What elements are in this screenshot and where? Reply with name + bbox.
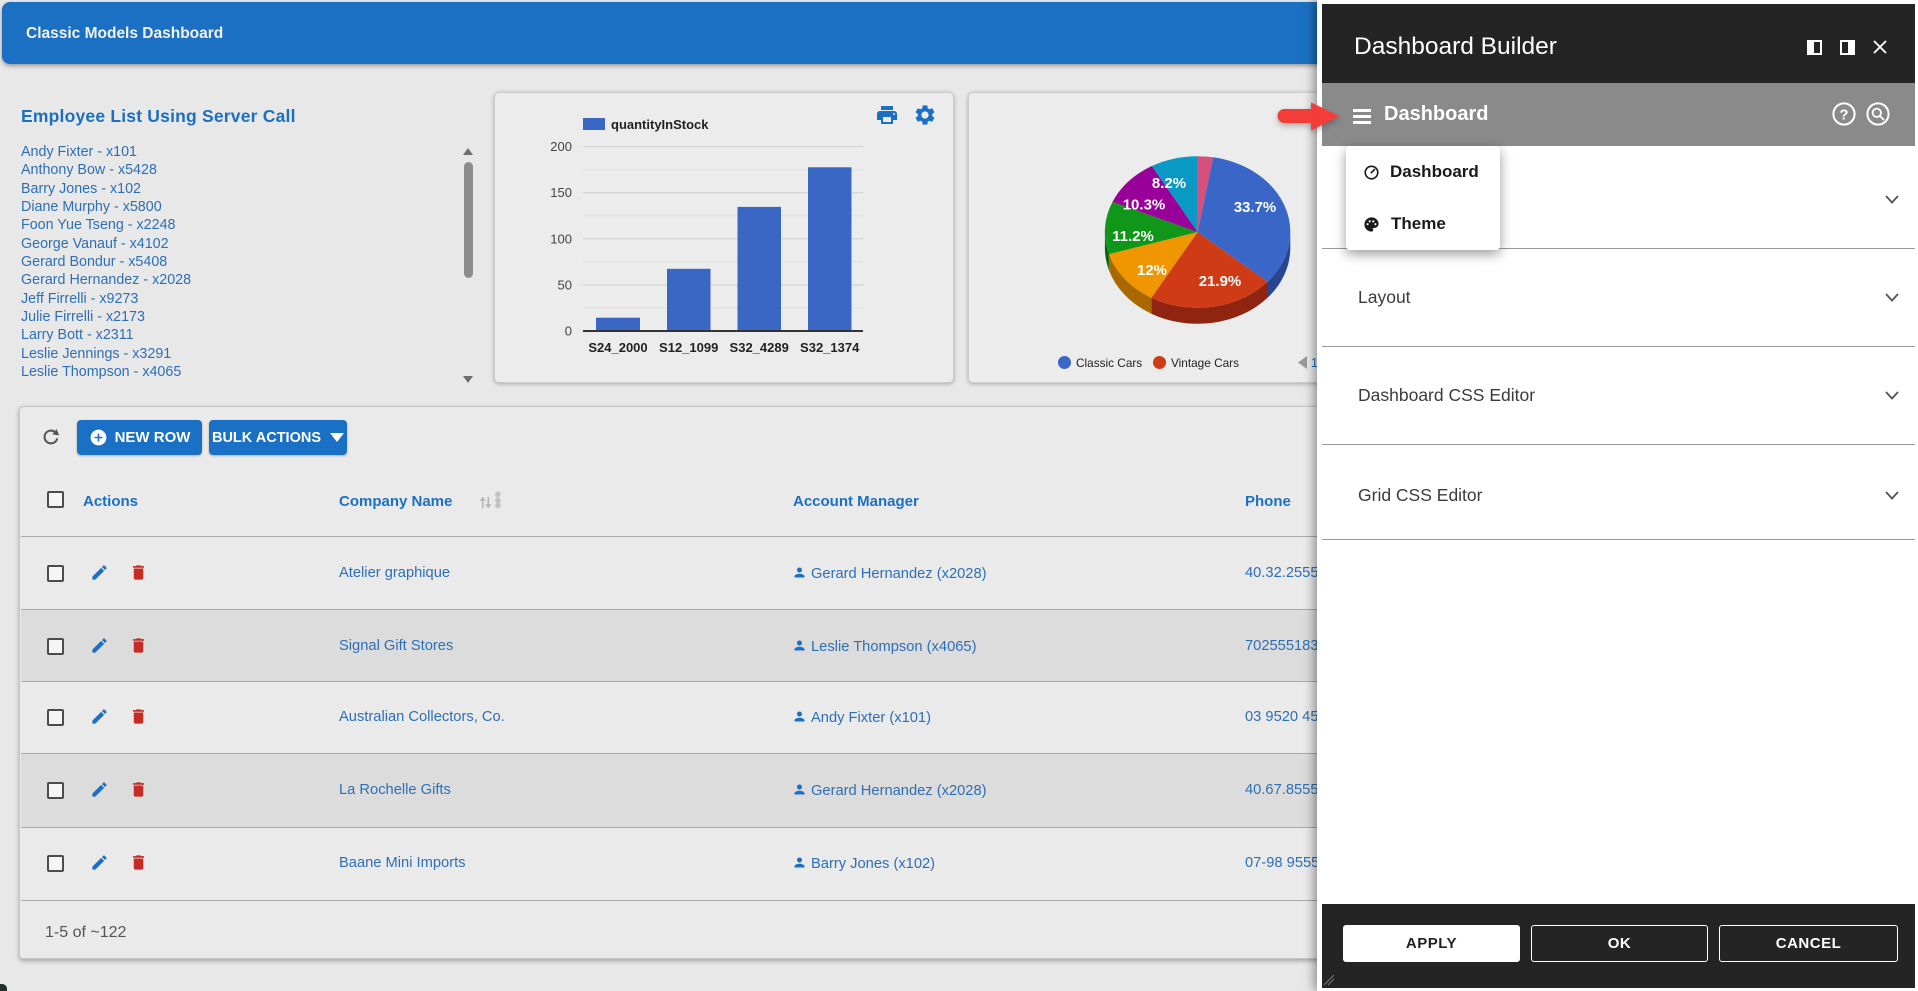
svg-text:S12_1099: S12_1099 xyxy=(659,340,718,355)
svg-text:50: 50 xyxy=(558,277,572,292)
svg-text:?: ? xyxy=(1839,107,1848,124)
svg-text:150: 150 xyxy=(550,185,572,200)
svg-text:S32_4289: S32_4289 xyxy=(730,340,789,355)
svg-text:12%: 12% xyxy=(1137,262,1167,279)
svg-text:100: 100 xyxy=(550,231,572,246)
svg-text:21.9%: 21.9% xyxy=(1199,273,1242,290)
svg-text:quantityInStock: quantityInStock xyxy=(611,117,709,132)
svg-text:S32_1374: S32_1374 xyxy=(800,340,860,355)
svg-text:10.3%: 10.3% xyxy=(1123,197,1166,214)
svg-text:200: 200 xyxy=(550,139,572,154)
svg-text:8.2%: 8.2% xyxy=(1152,175,1186,192)
svg-text:Classic Cars: Classic Cars xyxy=(1076,356,1142,370)
svg-text:33.7%: 33.7% xyxy=(1234,199,1277,216)
svg-text:Vintage Cars: Vintage Cars xyxy=(1171,356,1239,370)
svg-text:11.2%: 11.2% xyxy=(1112,228,1154,245)
svg-text:S24_2000: S24_2000 xyxy=(588,340,647,355)
svg-text:0: 0 xyxy=(565,324,572,339)
